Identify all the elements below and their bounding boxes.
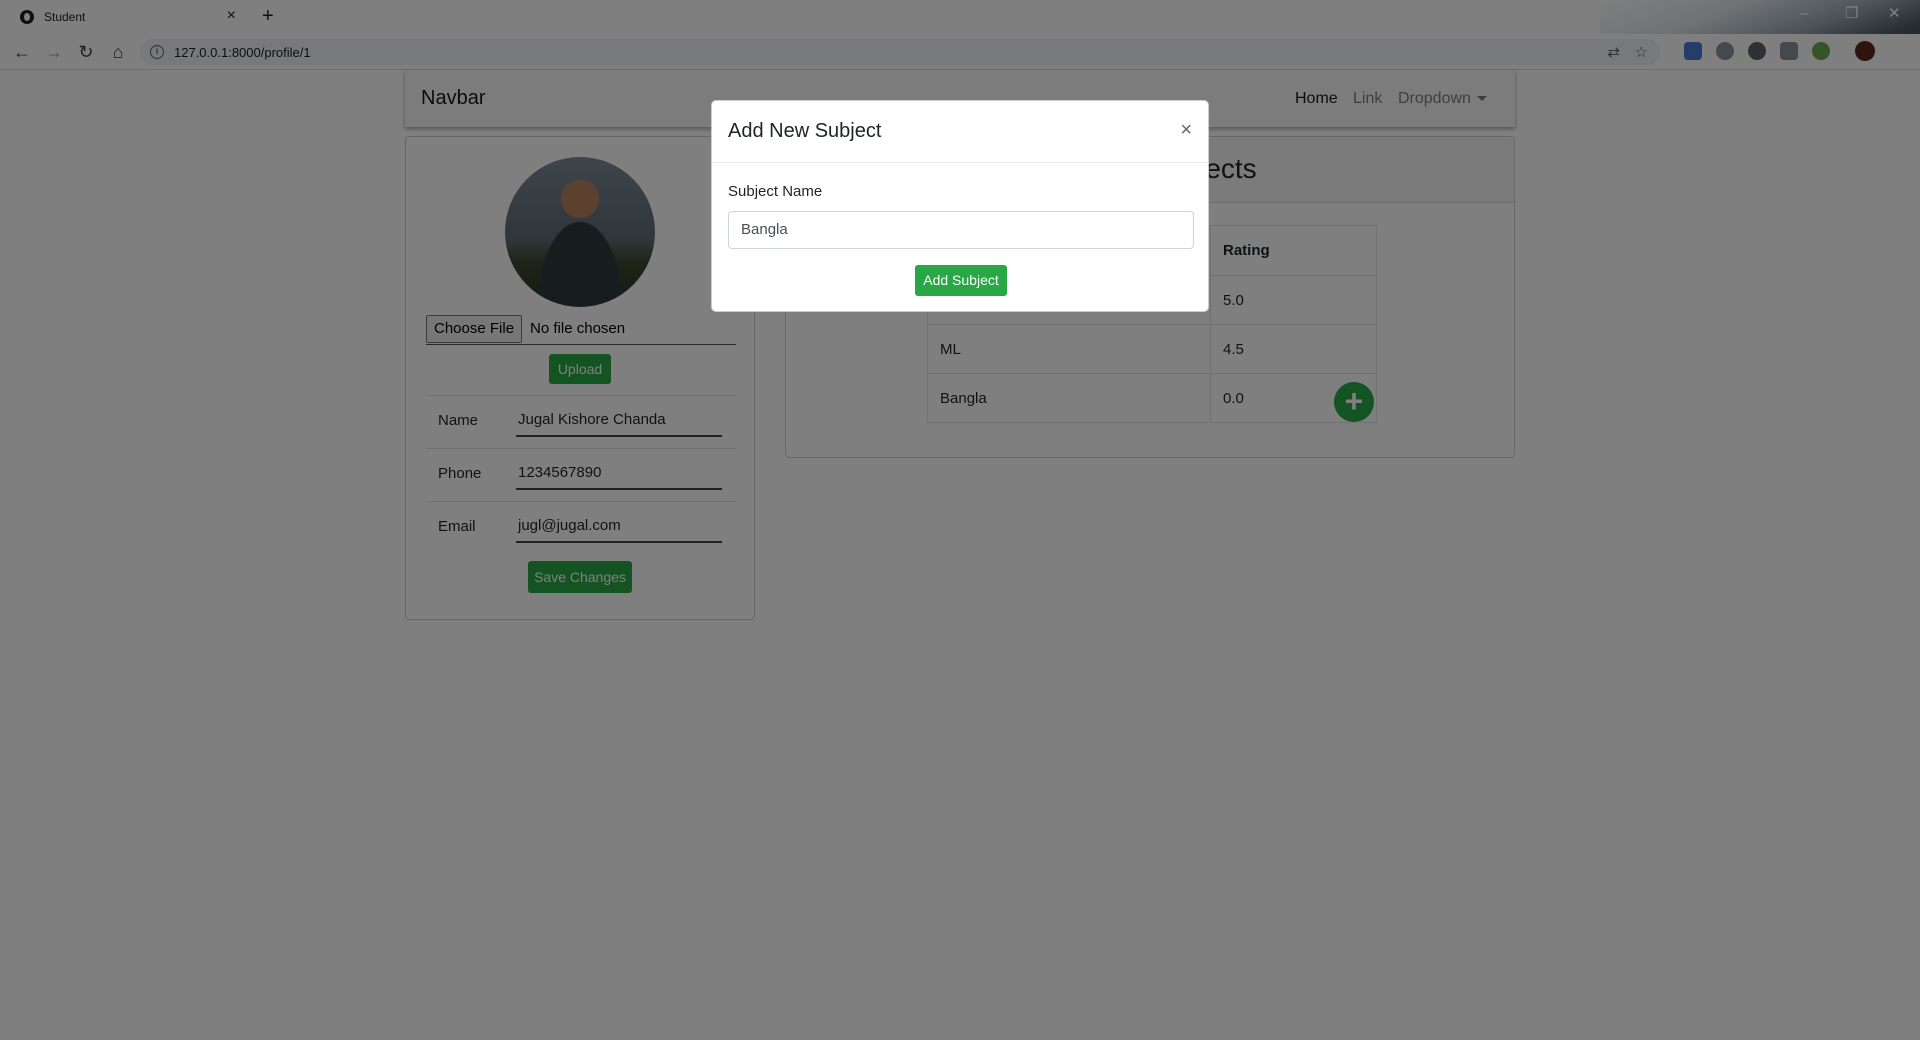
modal-header: Add New Subject × [712, 101, 1208, 163]
close-icon[interactable]: × [1180, 119, 1192, 141]
add-subject-submit-button[interactable]: Add Subject [915, 265, 1007, 296]
add-subject-modal: Add New Subject × Subject Name Bangla Ad… [711, 100, 1209, 312]
subject-name-input[interactable]: Bangla [728, 211, 1194, 249]
subject-name-label: Subject Name [728, 183, 823, 200]
modal-title: Add New Subject [728, 120, 882, 142]
